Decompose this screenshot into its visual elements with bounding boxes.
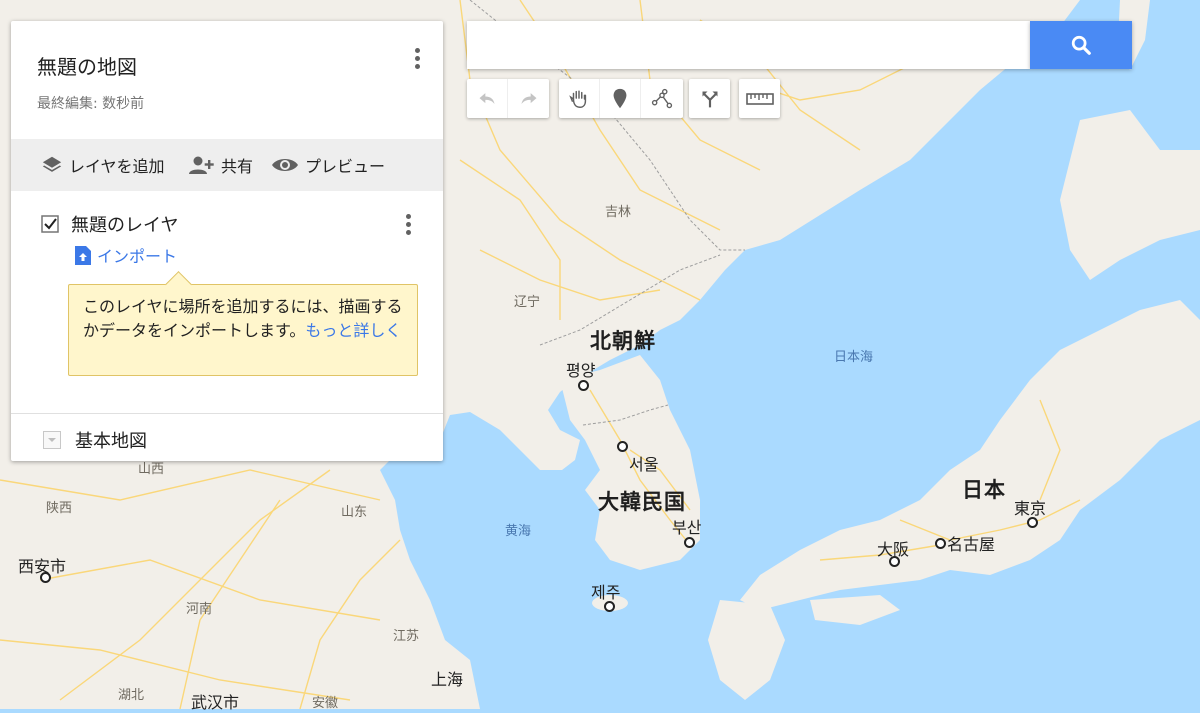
redo-button[interactable] (508, 79, 549, 118)
undo-icon (479, 92, 495, 104)
add-marker-button[interactable] (600, 79, 641, 118)
map-label-yellow-sea: 黄海 (505, 524, 532, 539)
map-label-nagoya: 名古屋 (947, 535, 996, 554)
learn-more-link[interactable]: もっと詳しく (305, 321, 401, 340)
history-toolbar-group (467, 79, 549, 118)
line-icon (651, 88, 672, 108)
map-label-anhui: 安徽 (312, 696, 339, 711)
city-dot-xian (40, 572, 51, 583)
hand-icon (569, 89, 587, 108)
directions-icon (702, 91, 717, 107)
search-icon (1071, 35, 1091, 55)
layers-icon (42, 156, 62, 172)
layer-options-menu-icon[interactable] (398, 211, 418, 239)
map-label-shanghai: 上海 (431, 670, 464, 689)
directions-toolbar-group (689, 79, 730, 118)
import-tip-callout: このレイヤに場所を追加するには、描画するかデータをインポートします。もっと詳しく (68, 271, 418, 376)
map-label-shaanxi: 陕西 (46, 501, 73, 516)
marker-icon (613, 88, 627, 108)
share-label: 共有 (221, 157, 254, 176)
preview-label: プレビュー (305, 157, 386, 176)
draw-toolbar-group (559, 79, 683, 118)
add-person-icon (189, 156, 214, 174)
map-title[interactable]: 無題の地図 (37, 51, 137, 80)
map-label-wuhan: 武汉市 (191, 693, 240, 712)
map-label-sea-of-japan: 日本海 (834, 350, 874, 365)
tip-arrow (165, 271, 192, 298)
city-dot-jeju (604, 601, 615, 612)
search-button[interactable] (1030, 21, 1132, 69)
map-label-hubei: 湖北 (118, 688, 145, 703)
draw-line-button[interactable] (641, 79, 682, 118)
add-layer-button[interactable]: レイヤを追加 (41, 139, 165, 191)
panel-divider (11, 413, 443, 414)
pan-tool-button[interactable] (559, 79, 600, 118)
layer-name[interactable]: 無題のレイヤ (71, 211, 178, 237)
map-label-busan: 부산 (672, 518, 702, 537)
city-dot-pyongyang (578, 380, 589, 391)
basemap-expand-icon[interactable] (43, 431, 61, 449)
panel-action-bar: レイヤを追加 共有 プレビュー (11, 139, 443, 191)
last-edited-status: 最終編集: 数秒前 (37, 96, 145, 112)
import-label: インポート (97, 247, 178, 266)
measure-toolbar-group (739, 79, 780, 118)
map-legend-panel: 無題の地図 最終編集: 数秒前 レイヤを追加 共有 プレビュー 無題のレイヤ イ… (11, 21, 443, 461)
map-options-menu-icon[interactable] (407, 45, 427, 73)
add-directions-button[interactable] (689, 79, 730, 118)
redo-icon (521, 92, 536, 104)
undo-button[interactable] (467, 79, 508, 118)
layer-visibility-checkbox[interactable] (41, 215, 59, 233)
city-dot-tokyo (1027, 517, 1038, 528)
map-label-seoul: 서울 (629, 455, 659, 474)
map-label-jeju: 제주 (591, 583, 621, 602)
city-dot-seoul (617, 441, 628, 452)
map-label-henan: 河南 (186, 602, 213, 617)
map-label-south-korea: 大韓民国 (598, 490, 686, 514)
eye-icon (272, 159, 298, 171)
map-label-shandong: 山东 (341, 505, 368, 520)
map-label-jilin: 吉林 (605, 205, 632, 220)
city-dot-nagoya (935, 538, 946, 549)
basemap-label: 基本地図 (75, 431, 147, 452)
basemap-row[interactable]: 基本地図 (43, 427, 147, 453)
map-label-liaoning: 辽宁 (514, 295, 541, 310)
file-upload-icon (75, 245, 91, 265)
city-dot-osaka (889, 556, 900, 567)
add-layer-label: レイヤを追加 (69, 157, 165, 176)
search-input[interactable] (467, 21, 1030, 69)
map-label-japan: 日本 (962, 478, 1006, 502)
map-label-tokyo: 東京 (1014, 499, 1047, 518)
import-link[interactable]: インポート (75, 243, 177, 267)
layer-row: 無題のレイヤ (41, 211, 178, 237)
preview-button[interactable]: プレビュー (271, 139, 385, 191)
share-button[interactable]: 共有 (187, 139, 253, 191)
map-label-pyongyang: 평양 (566, 361, 596, 380)
map-label-north-korea: 北朝鮮 (590, 329, 656, 353)
ruler-icon (745, 92, 774, 105)
map-label-jiangsu: 江苏 (393, 629, 420, 644)
city-dot-busan (684, 537, 695, 548)
measure-distance-button[interactable] (739, 79, 780, 118)
